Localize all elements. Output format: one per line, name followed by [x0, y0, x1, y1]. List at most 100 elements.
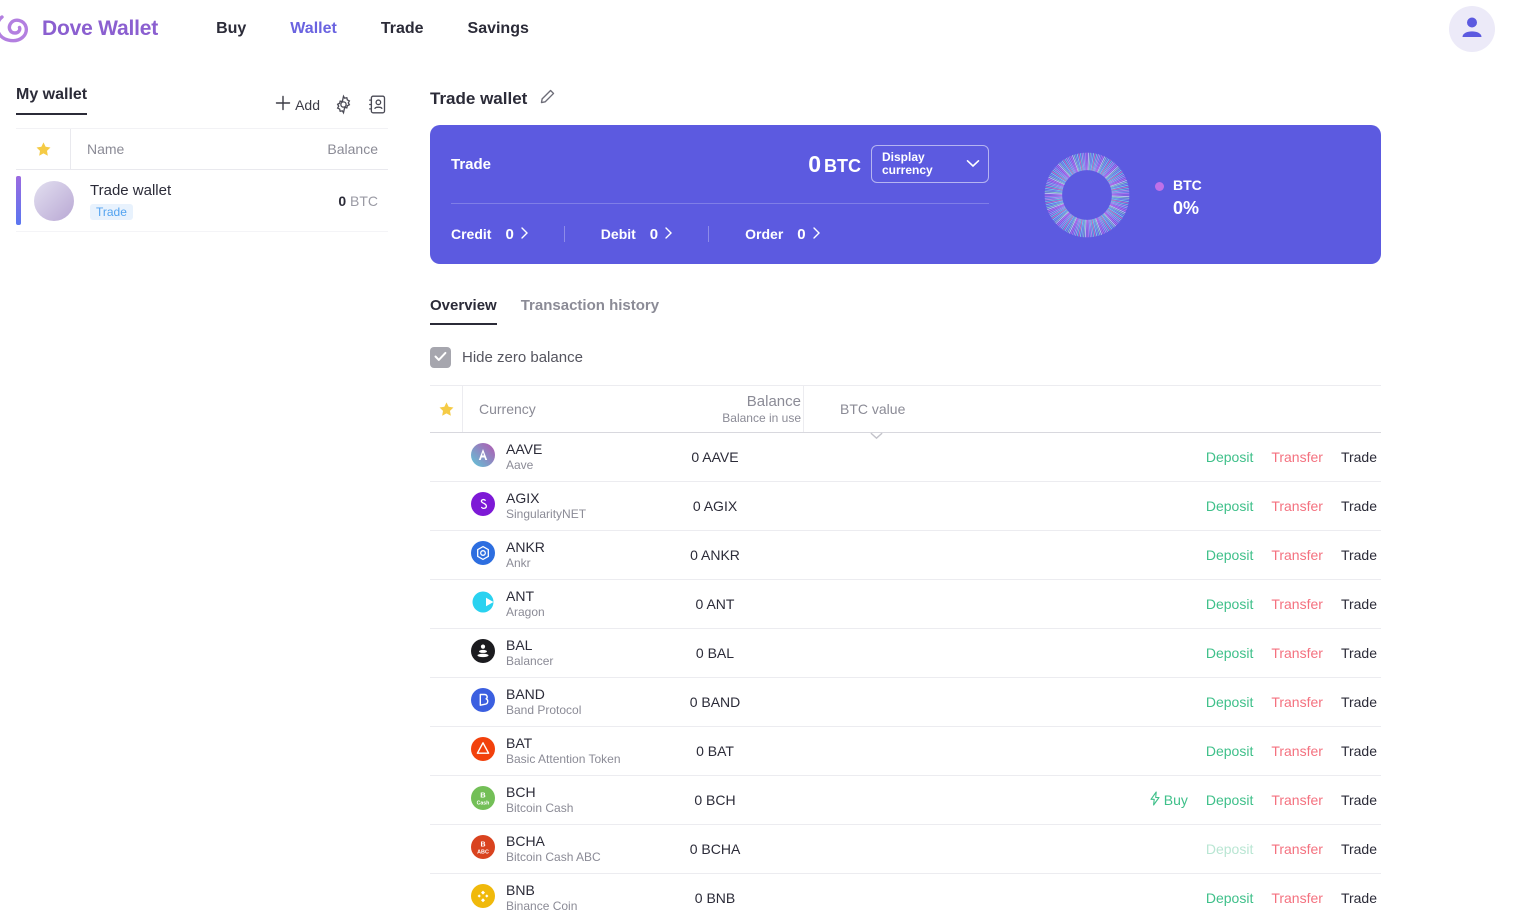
stat-credit[interactable]: Credit 0 [451, 226, 528, 243]
action-deposit[interactable]: Deposit [1206, 743, 1253, 759]
brand-name: Dove Wallet [42, 17, 159, 40]
table-row[interactable]: BAND Band Protocol 0 BAND Deposit Transfer Tr… [430, 678, 1381, 727]
chevron-down-icon [966, 158, 980, 171]
brand-logo-group[interactable]: Dove Wallet [0, 7, 158, 51]
action-trade[interactable]: Trade [1341, 694, 1377, 710]
currency-name: Bitcoin Cash ABC [506, 850, 601, 864]
action-trade[interactable]: Trade [1341, 596, 1377, 612]
table-row[interactable]: AGIX SingularityNET 0 AGIX Deposit Transfer T… [430, 482, 1381, 531]
tab-overview[interactable]: Overview [430, 297, 497, 325]
nav-item-buy[interactable]: Buy [216, 20, 246, 38]
tab-transaction-history[interactable]: Transaction history [521, 297, 659, 325]
sidebar-wallet-row[interactable]: Trade wallet Trade 0 BTC [16, 170, 388, 232]
currency-cell: B Cash BCH Bitcoin Cash [462, 784, 626, 816]
table-row[interactable]: ANT Aragon 0 ANT Deposit Transfer Trade [430, 580, 1381, 629]
currency-table-body: AAVE Aave 0 AAVE Deposit Transfer Trade AGIX Si… [430, 433, 1381, 918]
action-trade[interactable]: Trade [1341, 547, 1377, 563]
add-wallet-button[interactable]: Add [275, 95, 320, 114]
action-transfer[interactable]: Transfer [1271, 792, 1323, 808]
nav-item-wallet[interactable]: Wallet [290, 20, 337, 38]
col-btc-value[interactable]: BTC value [804, 401, 1381, 440]
checkmark-icon [434, 349, 447, 367]
action-deposit[interactable]: Deposit [1206, 498, 1253, 514]
agix-coin-icon [471, 491, 495, 521]
address-book-icon[interactable] [367, 94, 388, 115]
sidebar-toolbar: Add [275, 86, 388, 115]
action-transfer[interactable]: Transfer [1271, 890, 1323, 906]
bch-coin-icon: B Cash [471, 785, 495, 815]
pencil-icon[interactable] [539, 88, 556, 110]
add-wallet-label: Add [295, 96, 320, 113]
currency-text: BAL Balancer [506, 637, 553, 669]
row-actions: Deposit Transfer Trade [1206, 743, 1381, 759]
balance-cell: 0 BAL [695, 645, 735, 661]
action-trade[interactable]: Trade [1341, 498, 1377, 514]
action-trade[interactable]: Trade [1341, 792, 1377, 808]
action-deposit[interactable]: Deposit [1206, 890, 1253, 906]
chevron-right-icon [665, 226, 673, 243]
action-deposit[interactable]: Deposit [1206, 596, 1253, 612]
stat-debit[interactable]: Debit 0 [601, 226, 673, 243]
row-actions: Deposit Transfer Trade [1206, 596, 1381, 612]
stat-order[interactable]: Order 0 [745, 226, 820, 243]
gear-icon[interactable] [333, 94, 354, 115]
star-icon[interactable] [16, 141, 70, 158]
action-trade[interactable]: Trade [1341, 890, 1377, 906]
action-transfer[interactable]: Transfer [1271, 547, 1323, 563]
col-currency[interactable]: Currency [462, 386, 626, 432]
table-row[interactable]: B Cash BCH Bitcoin Cash 0 BCH Buy Deposit Trans… [430, 776, 1381, 825]
star-icon[interactable] [430, 401, 462, 418]
lightning-icon [1149, 791, 1161, 809]
action-deposit[interactable]: Deposit [1206, 645, 1253, 661]
action-deposit[interactable]: Deposit [1206, 547, 1253, 563]
action-transfer[interactable]: Transfer [1271, 498, 1323, 514]
action-buy[interactable]: Buy [1149, 791, 1188, 809]
nav-item-savings[interactable]: Savings [468, 20, 529, 38]
hide-zero-balance-checkbox[interactable] [430, 347, 451, 368]
action-deposit[interactable]: Deposit [1206, 792, 1253, 808]
col-balance[interactable]: Balance Balance in use [626, 386, 804, 432]
chevron-right-icon [812, 226, 820, 243]
row-actions: Deposit Transfer Trade [1206, 449, 1381, 465]
sidebar-col-balance[interactable]: Balance [258, 141, 388, 157]
action-transfer[interactable]: Transfer [1271, 743, 1323, 759]
svg-text:ABC: ABC [477, 849, 489, 855]
table-row[interactable]: BNB Binance Coin 0 BNB Deposit Transfer Trade [430, 874, 1381, 918]
currency-text: ANKR Ankr [506, 539, 545, 571]
currency-cell: BAL Balancer [462, 637, 626, 669]
bcha-coin-icon: B ABC [471, 834, 495, 864]
table-row[interactable]: BAL Balancer 0 BAL Deposit Transfer Trade [430, 629, 1381, 678]
action-transfer[interactable]: Transfer [1271, 449, 1323, 465]
action-trade[interactable]: Trade [1341, 449, 1377, 465]
action-deposit[interactable]: Deposit [1206, 694, 1253, 710]
hide-zero-balance-label: Hide zero balance [462, 349, 583, 366]
card-top-row: Trade 0 BTC Display currency [451, 125, 989, 204]
table-row[interactable]: ANKR Ankr 0 ANKR Deposit Transfer Trade [430, 531, 1381, 580]
action-trade[interactable]: Trade [1341, 841, 1377, 857]
currency-name: Bitcoin Cash [506, 801, 574, 815]
legend-dot-icon [1155, 181, 1164, 191]
table-row[interactable]: B ABC BCHA Bitcoin Cash ABC 0 BCHA Deposit Tra… [430, 825, 1381, 874]
action-transfer[interactable]: Transfer [1271, 645, 1323, 661]
user-avatar-button[interactable] [1449, 6, 1495, 52]
row-actions: Buy Deposit Transfer Trade [1149, 791, 1381, 809]
nav-item-trade[interactable]: Trade [381, 20, 424, 38]
wallet-balance-unit: BTC [350, 192, 378, 209]
currency-name: SingularityNET [506, 507, 587, 521]
currency-symbol: AAVE [506, 441, 543, 457]
sidebar-col-name[interactable]: Name [70, 129, 258, 169]
table-row[interactable]: AAVE Aave 0 AAVE Deposit Transfer Trade [430, 433, 1381, 482]
action-trade[interactable]: Trade [1341, 645, 1377, 661]
stat-credit-label: Credit [451, 226, 492, 242]
action-transfer[interactable]: Transfer [1271, 596, 1323, 612]
action-transfer[interactable]: Transfer [1271, 694, 1323, 710]
display-currency-select[interactable]: Display currency [871, 145, 989, 183]
table-row[interactable]: BAT Basic Attention Token 0 BAT Deposit Tran… [430, 727, 1381, 776]
chevron-down-icon[interactable] [870, 427, 883, 443]
stat-order-label: Order [745, 226, 784, 242]
col-balance-in-use-label: Balance in use [722, 410, 801, 425]
action-deposit[interactable]: Deposit [1206, 449, 1253, 465]
currency-text: BCH Bitcoin Cash [506, 784, 573, 816]
action-trade[interactable]: Trade [1341, 743, 1377, 759]
action-transfer[interactable]: Transfer [1271, 841, 1323, 857]
